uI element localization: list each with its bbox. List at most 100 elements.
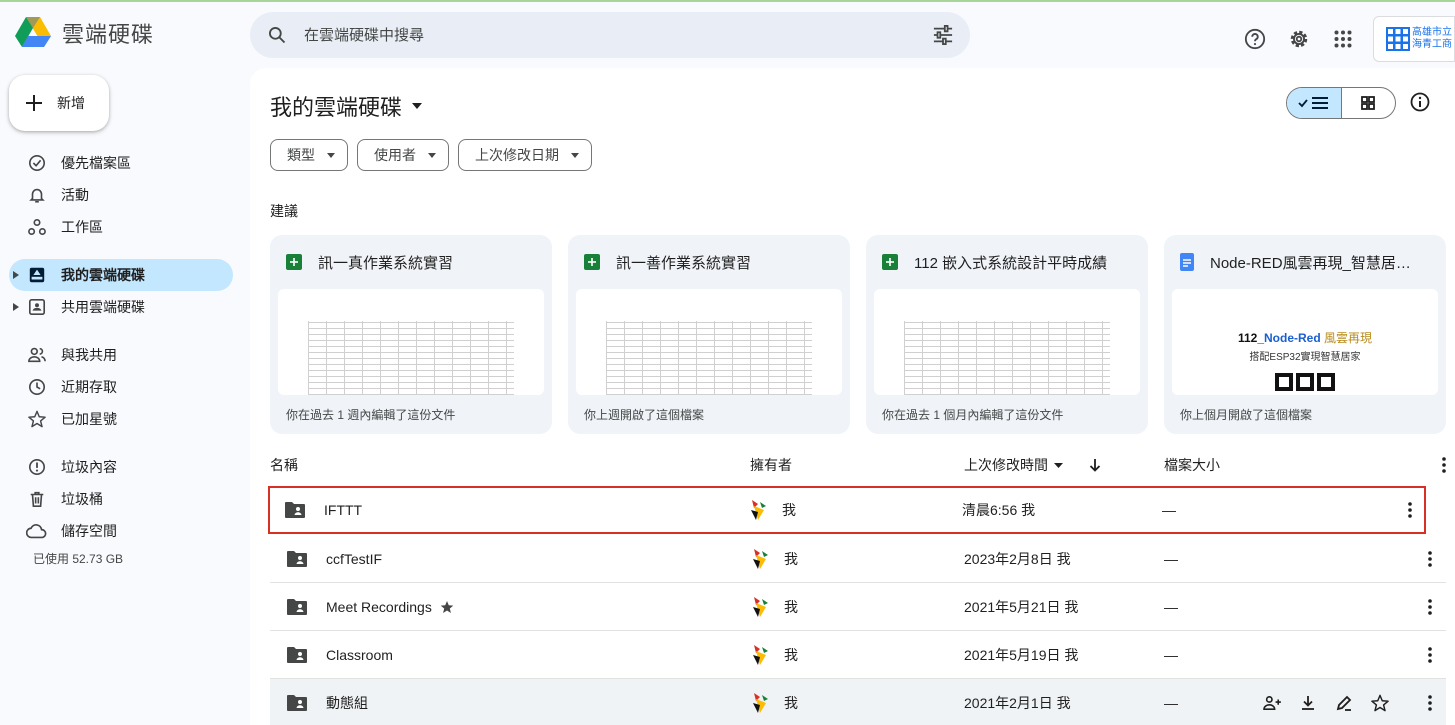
column-modified[interactable]: 上次修改時間	[964, 455, 1063, 475]
google-drive-icon	[14, 16, 52, 50]
more-vert-icon[interactable]	[1418, 691, 1442, 715]
settings-gear-icon[interactable]	[1277, 20, 1321, 58]
table-row[interactable]: Meet Recordings 我 2021年5月21日 我 —	[270, 583, 1446, 631]
download-icon[interactable]	[1296, 691, 1320, 715]
people-icon	[23, 346, 51, 364]
owner-name: 我	[784, 694, 798, 711]
sidebar-item-label: 工作區	[61, 219, 103, 235]
bell-icon	[23, 186, 51, 204]
column-size[interactable]: 檔案大小	[1164, 455, 1220, 475]
filter-chips: 類型 使用者 上次修改日期	[270, 139, 592, 171]
new-button[interactable]: 新增	[9, 75, 109, 131]
share-person-add-icon[interactable]	[1260, 691, 1284, 715]
sidebar-item-workspaces[interactable]: 工作區	[9, 211, 233, 243]
sidebar-item-storage[interactable]: 儲存空間	[9, 515, 233, 547]
sidebar-item-shared-with-me[interactable]: 與我共用	[9, 339, 233, 371]
sidebar-item-label: 活動	[61, 187, 89, 203]
apps-grid-icon[interactable]	[1321, 20, 1365, 58]
my-drive-icon	[23, 266, 51, 284]
storage-used: 已使用 52.73 GB	[33, 552, 124, 566]
org-emblem-icon	[1386, 27, 1410, 51]
sidebar-item-activity[interactable]: 活動	[9, 179, 233, 211]
organization-logo[interactable]: 高雄市立 海青工商	[1373, 16, 1455, 62]
filter-type[interactable]: 類型	[270, 139, 348, 171]
search-icon[interactable]	[250, 12, 304, 58]
sidebar-item-priority[interactable]: 優先檔案區	[9, 147, 233, 179]
page-title[interactable]: 我的雲端硬碟	[270, 90, 423, 122]
sidebar-item-label: 共用雲端硬碟	[61, 299, 145, 315]
help-icon[interactable]	[1233, 20, 1277, 58]
avatar	[750, 691, 770, 715]
more-vert-icon[interactable]	[1418, 643, 1442, 667]
grid-view-button[interactable]	[1342, 88, 1396, 118]
more-vert-icon[interactable]	[1442, 457, 1446, 473]
file-size: —	[1164, 646, 1178, 663]
sidebar-item-label: 垃圾桶	[61, 491, 103, 507]
suggested-card[interactable]: 112 嵌入式系統設計平時成績 你在過去 1 個月內編輯了這份文件	[866, 235, 1148, 434]
rename-pencil-icon[interactable]	[1332, 691, 1356, 715]
card-reason: 你上個月開啟了這個檔案	[1180, 408, 1313, 422]
suggested-card[interactable]: 訊一真作業系統實習 你在過去 1 週內編輯了這份文件	[270, 235, 552, 434]
main-panel: 我的雲端硬碟 類型 使用者 上次修改日期 建議 訊一真作業系統實習 你在過去 1…	[250, 68, 1455, 725]
table-row[interactable]: Classroom 我 2021年5月19日 我 —	[270, 631, 1446, 679]
search-bar[interactable]	[250, 12, 970, 58]
search-options-icon[interactable]	[916, 12, 970, 58]
modified-date: 2021年2月1日 我	[964, 694, 1071, 711]
info-icon[interactable]	[1410, 92, 1430, 112]
file-size: —	[1164, 550, 1178, 567]
more-vert-icon[interactable]	[1398, 498, 1422, 522]
expand-caret-icon[interactable]	[9, 303, 23, 311]
owner-name: 我	[784, 646, 798, 663]
file-list-header: 名稱 擁有者 上次修改時間 檔案大小	[270, 450, 1446, 480]
check-list-icon	[1298, 97, 1328, 109]
sidebar-item-trash[interactable]: 垃圾桶	[9, 483, 233, 515]
table-row[interactable]: IFTTT 我 清晨6:56 我 —	[268, 486, 1426, 534]
card-reason: 你上週開啟了這個檔案	[584, 408, 705, 422]
caret-down-icon	[327, 152, 335, 158]
sidebar-item-spam[interactable]: 垃圾內容	[9, 451, 233, 483]
suggested-card[interactable]: 訊一善作業系統實習 你上週開啟了這個檔案	[568, 235, 850, 434]
shared-folder-icon	[286, 694, 308, 712]
preview-name: Node-Red	[1264, 331, 1321, 345]
card-title: Node-RED風雲再現_智慧居家...	[1210, 254, 1420, 272]
sidebar-item-label: 儲存空間	[61, 523, 117, 539]
more-vert-icon[interactable]	[1418, 547, 1442, 571]
preview-subtitle: 搭配ESP32實現智慧居家	[1249, 352, 1361, 363]
shared-folder-icon	[286, 550, 308, 568]
starred-icon	[440, 600, 454, 614]
sidebar-item-label: 優先檔案區	[61, 155, 131, 171]
google-sheets-icon	[882, 254, 898, 270]
workspaces-icon	[23, 218, 51, 236]
sidebar-item-label: 垃圾內容	[61, 459, 117, 475]
search-input[interactable]	[304, 26, 916, 44]
sidebar-item-recent[interactable]: 近期存取	[9, 371, 233, 403]
drive-logo[interactable]: 雲端硬碟	[14, 16, 154, 50]
suggested-card[interactable]: Node-RED風雲再現_智慧居家... 112_Node-Red 風雲再現 搭…	[1164, 235, 1446, 434]
expand-caret-icon[interactable]	[9, 271, 23, 279]
list-view-button[interactable]	[1287, 88, 1342, 118]
top-toolbar: 高雄市立 海青工商	[1233, 16, 1455, 62]
column-name[interactable]: 名稱	[270, 455, 298, 475]
sort-arrow-down-icon[interactable]	[1088, 458, 1102, 472]
filter-people[interactable]: 使用者	[357, 139, 449, 171]
column-modified-label: 上次修改時間	[964, 457, 1048, 473]
qr-code-icon	[1272, 373, 1338, 391]
spam-icon	[23, 458, 51, 476]
sidebar-item-shared-drives[interactable]: 共用雲端硬碟	[9, 291, 233, 323]
sidebar-item-my-drive[interactable]: 我的雲端硬碟	[9, 259, 233, 291]
page-title-text: 我的雲端硬碟	[270, 95, 403, 120]
table-row[interactable]: 動態組 我 2021年2月1日 我 —	[270, 679, 1446, 725]
owner-name: 我	[782, 501, 796, 518]
column-owner[interactable]: 擁有者	[750, 455, 792, 475]
shared-folder-icon	[286, 646, 308, 664]
cloud-icon	[23, 523, 51, 539]
modified-date: 2021年5月21日 我	[964, 598, 1079, 615]
sidebar-item-starred[interactable]: 已加星號	[9, 403, 233, 435]
card-title: 訊一善作業系統實習	[616, 254, 752, 272]
file-name: IFTTT	[324, 501, 363, 518]
more-vert-icon[interactable]	[1418, 595, 1442, 619]
table-row[interactable]: ccfTestIF 我 2023年2月8日 我 —	[270, 535, 1446, 583]
avatar	[750, 547, 770, 571]
filter-modified[interactable]: 上次修改日期	[458, 139, 592, 171]
add-star-icon[interactable]	[1368, 691, 1392, 715]
